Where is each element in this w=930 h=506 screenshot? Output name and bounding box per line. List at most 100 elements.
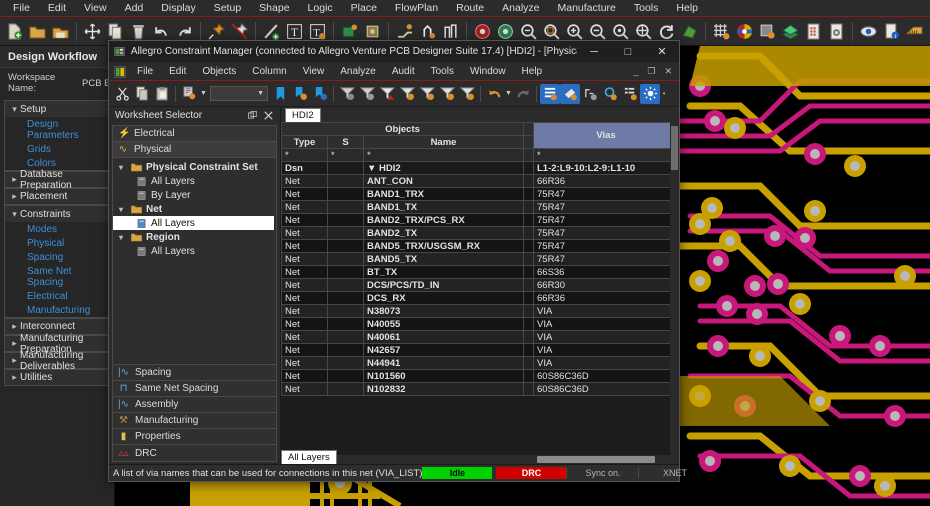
cell-name[interactable]: N102832: [364, 383, 524, 396]
cm-menu-help[interactable]: Help: [514, 64, 551, 79]
workflow-group-placement[interactable]: ▸ Placement: [4, 188, 110, 205]
cut-icon[interactable]: [112, 84, 132, 104]
table-row[interactable]: Net N101560 60S86C36D: [282, 370, 679, 383]
table-row[interactable]: Dsn ▼ HDI2 L1-2:L9-10:L2-9:L1-10: [282, 162, 679, 175]
tab-hdi2[interactable]: HDI2: [285, 108, 321, 122]
save-icon[interactable]: [49, 20, 72, 43]
mdi-close-button[interactable]: ✕: [660, 66, 676, 77]
undo-icon[interactable]: [484, 84, 504, 104]
table-row[interactable]: Net BAND5_TX 75R47: [282, 253, 679, 266]
table-row[interactable]: Net BAND2_TRX/PCS_RX 75R47: [282, 214, 679, 227]
filter-c-icon[interactable]: [437, 84, 457, 104]
workflow-item-same-net-spacing[interactable]: Same Net Spacing: [4, 264, 110, 289]
bookmark-next-icon[interactable]: [310, 84, 330, 104]
cm-menu-column[interactable]: Column: [244, 64, 294, 79]
cm-menu-audit[interactable]: Audit: [384, 64, 423, 79]
cell-name[interactable]: N38073: [364, 305, 524, 318]
table-row[interactable]: Net BAND5_TRX/USGSM_RX 75R47: [282, 240, 679, 253]
minimize-button[interactable]: ─: [577, 41, 611, 62]
paste-icon[interactable]: [152, 84, 172, 104]
dock-icon[interactable]: [248, 111, 257, 120]
workflow-item-electrical[interactable]: Electrical: [4, 289, 110, 303]
cell-vias[interactable]: VIA: [534, 305, 679, 318]
cell-name[interactable]: N42657: [364, 344, 524, 357]
tree-leaf-pcs-all-layers[interactable]: All Layers: [113, 174, 276, 188]
cm-menu-file[interactable]: File: [129, 64, 161, 79]
layer-icon[interactable]: [756, 20, 779, 43]
measure-icon[interactable]: [903, 20, 926, 43]
workflow-item-design-parameters[interactable]: Design Parameters: [4, 117, 110, 142]
workflow-item-grids[interactable]: Grids: [4, 142, 110, 156]
menu-place[interactable]: Place: [342, 0, 386, 16]
cell-name[interactable]: ▼ HDI2: [364, 162, 524, 175]
workflow-group-manufacturing-deliverables[interactable]: ▸ Manufacturing Deliverables: [4, 352, 110, 369]
table-row[interactable]: Net N38073 VIA: [282, 305, 679, 318]
tree-folder-region[interactable]: ▾ Region: [113, 230, 276, 244]
color-icon[interactable]: [733, 20, 756, 43]
setup-icon[interactable]: [825, 20, 848, 43]
mdi-minimize-button[interactable]: _: [629, 66, 642, 77]
undo-dropdown-icon[interactable]: ▼: [504, 84, 513, 104]
cell-name[interactable]: BAND5_TRX/USGSM_RX: [364, 240, 524, 253]
table-row[interactable]: Net DCS_RX 66R36: [282, 292, 679, 305]
table-row[interactable]: Net BT_TX 66S36: [282, 266, 679, 279]
filter-clear-icon[interactable]: [357, 84, 377, 104]
table-row[interactable]: Net N102832 60S86C36D: [282, 383, 679, 396]
physical-tree-area[interactable]: ▾ Physical Constraint Set All Layers By …: [113, 158, 276, 258]
grid-vertical-scrollbar[interactable]: [670, 122, 679, 455]
worksheet-category-properties[interactable]: ▮ Properties: [113, 429, 276, 445]
worksheet-category-spacing[interactable]: |∿ Spacing: [113, 365, 276, 381]
cell-name[interactable]: N101560: [364, 370, 524, 383]
table-row[interactable]: Net N42657 VIA: [282, 344, 679, 357]
cell-name[interactable]: ANT_CON: [364, 175, 524, 188]
constraint-grid-panel[interactable]: HDI2 Objects Vias: [281, 107, 679, 464]
report-icon[interactable]: [620, 84, 640, 104]
worksheet-category-electrical[interactable]: ⚡ Electrical: [113, 126, 276, 142]
tree-folder-net[interactable]: ▾ Net: [113, 202, 276, 216]
copy-icon[interactable]: [132, 84, 152, 104]
cell-name[interactable]: BAND2_TX: [364, 227, 524, 240]
cell-vias[interactable]: VIA: [534, 318, 679, 331]
find-combo[interactable]: ▼: [210, 86, 268, 101]
menu-flowplan[interactable]: FlowPlan: [386, 0, 447, 16]
cm-menubar[interactable]: File Edit Objects Column View Analyze Au…: [109, 63, 679, 81]
filter-row[interactable]: * * * *: [282, 149, 679, 162]
menu-help[interactable]: Help: [667, 0, 707, 16]
show-all-columns-icon[interactable]: [540, 84, 560, 104]
table-row[interactable]: Net N44941 VIA: [282, 357, 679, 370]
constraint-table[interactable]: Objects Vias Type S Name: [281, 122, 679, 396]
menu-logic[interactable]: Logic: [299, 0, 342, 16]
table-row[interactable]: Net N40055 VIA: [282, 318, 679, 331]
worksheet-category-manufacturing[interactable]: ⚒ Manufacturing: [113, 413, 276, 429]
cell-vias[interactable]: 66R36: [534, 292, 679, 305]
toolbar-overflow-icon[interactable]: •: [660, 84, 668, 104]
hide-columns-icon[interactable]: [560, 84, 580, 104]
cell-vias[interactable]: 75R47: [534, 201, 679, 214]
grid-icon[interactable]: [710, 20, 733, 43]
header-type[interactable]: Type: [282, 136, 328, 149]
cm-titlebar[interactable]: Allegro Constraint Manager (connected to…: [109, 41, 679, 63]
cell-vias[interactable]: 66R36: [534, 175, 679, 188]
constraint-manager-window[interactable]: Allegro Constraint Manager (connected to…: [108, 40, 680, 482]
mdi-restore-button[interactable]: ❐: [643, 66, 659, 77]
design-workflow-panel[interactable]: Design Workflow Workspace Name: PCB Edit…: [0, 46, 115, 506]
workflow-group-utilities[interactable]: ▸ Utilities: [4, 369, 110, 386]
workflow-group-setup[interactable]: ▾ Setup: [4, 100, 110, 117]
cell-vias[interactable]: VIA: [534, 344, 679, 357]
filter-error-icon[interactable]: [377, 84, 397, 104]
cell-name[interactable]: BAND5_TX: [364, 253, 524, 266]
filter-icon[interactable]: [337, 84, 357, 104]
close-button[interactable]: ✕: [645, 41, 679, 62]
move-icon[interactable]: [81, 20, 104, 43]
redo-icon[interactable]: [513, 84, 533, 104]
table-row[interactable]: Net N40061 VIA: [282, 331, 679, 344]
find-dropdown-icon[interactable]: ▼: [199, 84, 208, 104]
header-name[interactable]: Name: [364, 136, 524, 149]
cell-name[interactable]: BT_TX: [364, 266, 524, 279]
scrollbar-thumb[interactable]: [537, 456, 655, 463]
worksheet-category-physical[interactable]: ∿ Physical: [113, 142, 276, 158]
cell-name[interactable]: DCS/PCS/TD_IN: [364, 279, 524, 292]
cell-vias[interactable]: 75R47: [534, 227, 679, 240]
shape-icon[interactable]: [926, 20, 930, 43]
filter-b-icon[interactable]: [417, 84, 437, 104]
